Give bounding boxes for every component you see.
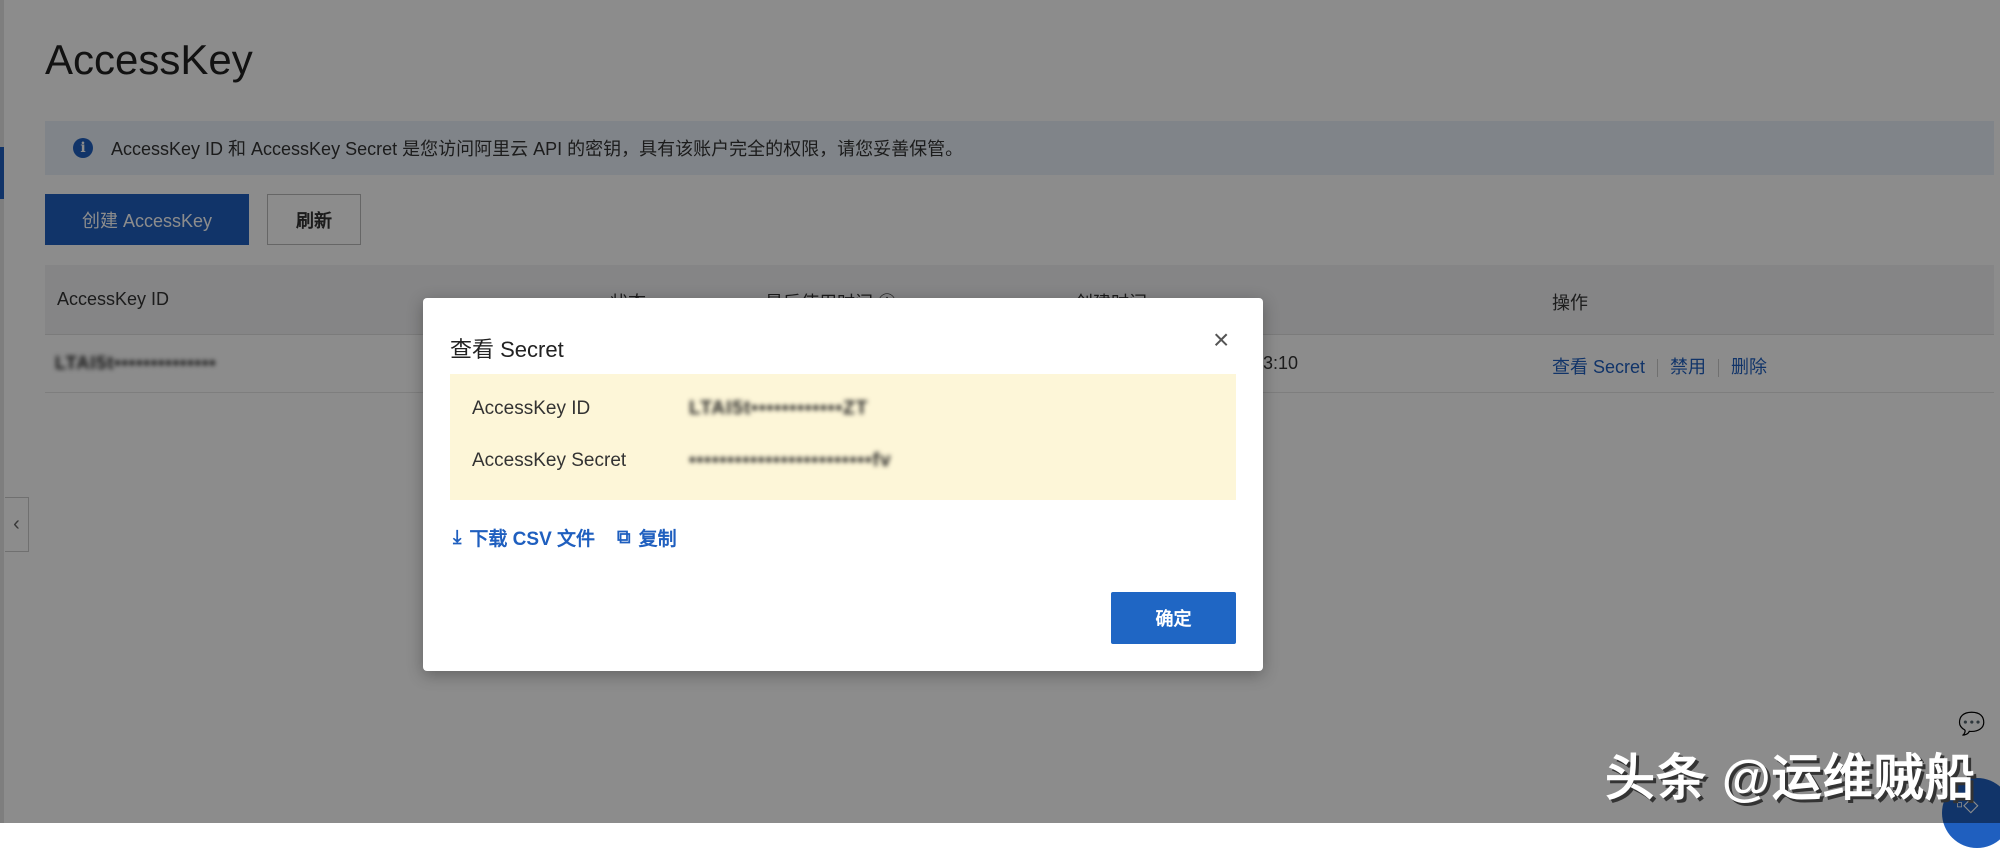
accesskey-id-value: LTAI5t••••••••••••ZT <box>689 398 869 419</box>
confirm-button[interactable]: 确定 <box>1111 592 1236 644</box>
copy-label: 复制 <box>638 529 677 550</box>
download-icon: ⤓ <box>453 526 462 548</box>
watermark: 头条 @运维贼船 <box>1605 750 1976 806</box>
view-secret-dialog: 查看 Secret × AccessKey ID LTAI5t•••••••••… <box>423 298 1263 671</box>
accesskey-id-label: AccessKey ID <box>472 398 591 419</box>
close-icon[interactable]: × <box>1213 326 1229 354</box>
download-csv-label: 下载 CSV 文件 <box>469 529 596 550</box>
accesskey-secret-value: ••••••••••••••••••••••••fv <box>689 450 892 471</box>
credentials-box: AccessKey ID LTAI5t••••••••••••ZT Access… <box>450 374 1236 500</box>
copy-link[interactable]: ⧉ 复制 <box>617 524 677 551</box>
copy-icon: ⧉ <box>617 526 631 548</box>
dialog-title: 查看 Secret <box>450 337 564 362</box>
download-csv-link[interactable]: ⤓ 下载 CSV 文件 <box>453 524 595 551</box>
accesskey-secret-label: AccessKey Secret <box>472 450 627 471</box>
